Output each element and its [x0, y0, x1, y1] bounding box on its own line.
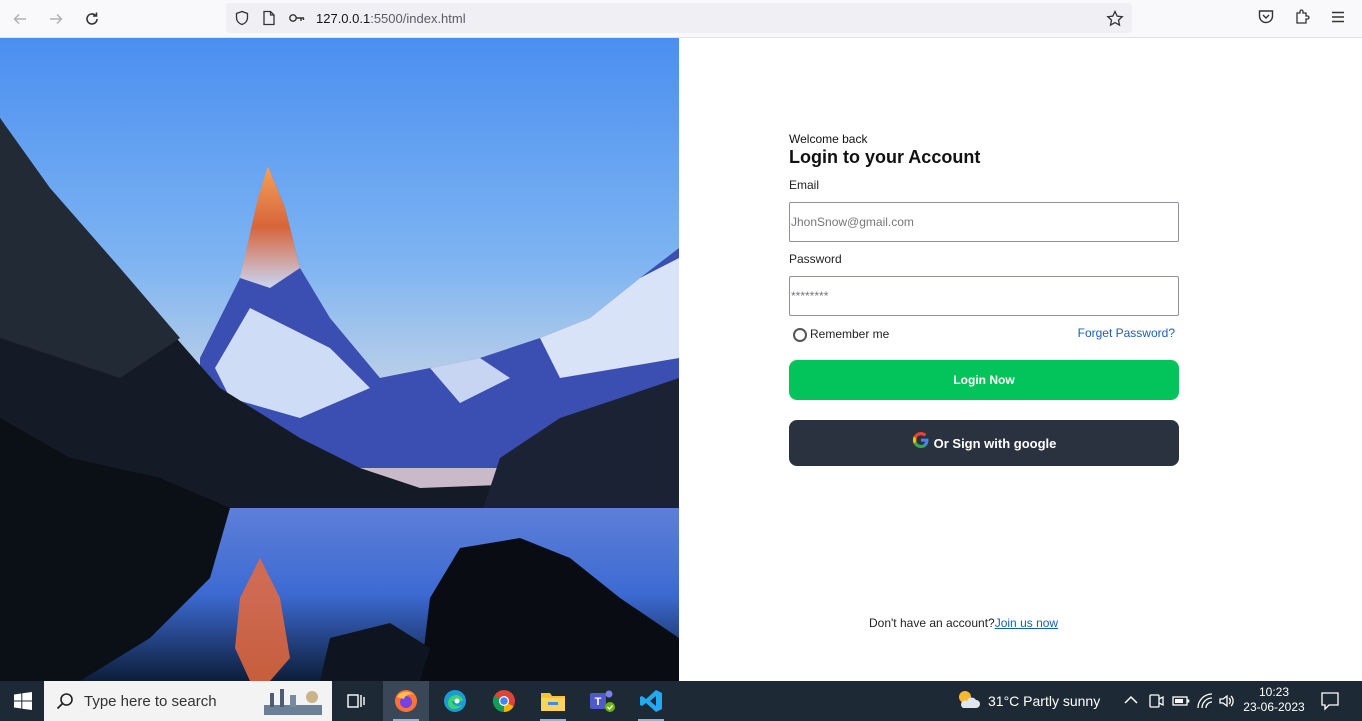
forward-button[interactable] [43, 6, 69, 32]
back-arrow-icon [13, 13, 26, 25]
edge-icon [444, 690, 466, 712]
task-view-button[interactable] [333, 681, 379, 721]
taskbar-file-explorer[interactable] [530, 681, 576, 721]
google-signin-button[interactable]: Or Sign with google [789, 420, 1179, 466]
taskbar-teams[interactable]: T [579, 681, 625, 721]
pocket-icon[interactable] [1257, 8, 1275, 26]
page: Welcome back Login to your Account Email… [0, 38, 1362, 681]
battery-icon[interactable] [1172, 694, 1190, 708]
browser-toolbar: 127.0.0.1:5500/index.html [0, 0, 1362, 38]
page-title: Login to your Account [789, 147, 981, 167]
google-button-label: Or Sign with google [933, 435, 1057, 451]
folder-icon [541, 693, 565, 711]
svg-text:T: T [595, 696, 602, 708]
extensions-icon[interactable] [1293, 8, 1311, 26]
task-view-icon [347, 694, 365, 708]
password-field[interactable] [789, 276, 1179, 316]
weather-text[interactable]: 31°C Partly sunny [988, 693, 1100, 709]
clock-time: 10:23 [1258, 685, 1290, 699]
remember-me-option[interactable]: Remember me [793, 326, 889, 342]
taskbar: Type here to search T 31°C Partly sunny [0, 681, 1362, 721]
wifi-icon[interactable] [1196, 692, 1214, 710]
forgot-password-link[interactable]: Forget Password? [1078, 326, 1175, 340]
reload-button[interactable] [79, 6, 105, 32]
signup-prompt: Don't have an account?Join us now [869, 616, 1058, 630]
forward-arrow-icon [50, 13, 63, 25]
google-icon [912, 432, 929, 449]
shield-icon[interactable] [234, 10, 250, 26]
taskbar-edge[interactable] [432, 681, 478, 721]
password-label: Password [789, 252, 842, 266]
taskbar-firefox[interactable] [383, 681, 429, 721]
taskbar-search-box[interactable]: Type here to search [44, 681, 332, 721]
email-field[interactable] [789, 202, 1179, 242]
welcome-text: Welcome back [789, 132, 868, 146]
system-clock[interactable]: 10:23 23-06-2023 [1238, 685, 1310, 715]
taskbar-search-placeholder: Type here to search [84, 693, 217, 710]
remember-me-radio[interactable] [793, 328, 807, 342]
windows-logo-icon [14, 692, 32, 710]
chrome-icon [492, 690, 515, 712]
key-icon[interactable] [288, 10, 306, 26]
page-icon[interactable] [262, 10, 276, 26]
taskbar-vscode[interactable] [628, 681, 674, 721]
teams-icon: T [590, 690, 615, 712]
firefox-icon [395, 690, 417, 712]
join-us-link[interactable]: Join us now [995, 616, 1058, 630]
weather-partly-sunny-icon[interactable] [955, 688, 981, 712]
remember-me-label: Remember me [810, 327, 890, 341]
notifications-icon[interactable] [1320, 691, 1340, 711]
reload-icon [86, 12, 98, 25]
chevron-up-icon[interactable] [1124, 695, 1138, 705]
back-button[interactable] [7, 6, 33, 32]
search-highlight-icon [264, 689, 322, 715]
bookmark-star-icon[interactable] [1106, 10, 1124, 27]
menu-icon[interactable] [1329, 8, 1347, 26]
signup-text: Don't have an account? [869, 616, 995, 630]
clock-date: 23-06-2023 [1243, 700, 1305, 714]
url-text[interactable]: 127.0.0.1:5500/index.html [316, 11, 466, 26]
search-icon [56, 693, 73, 710]
email-label: Email [789, 178, 820, 192]
vscode-icon [640, 690, 662, 712]
volume-icon[interactable] [1218, 692, 1236, 710]
start-button[interactable] [0, 681, 46, 721]
address-bar[interactable]: 127.0.0.1:5500/index.html [226, 3, 1132, 33]
taskbar-chrome[interactable] [481, 681, 527, 721]
meet-now-icon[interactable] [1148, 692, 1164, 710]
login-button[interactable]: Login Now [789, 360, 1179, 400]
mountain-lake-image [0, 38, 679, 681]
